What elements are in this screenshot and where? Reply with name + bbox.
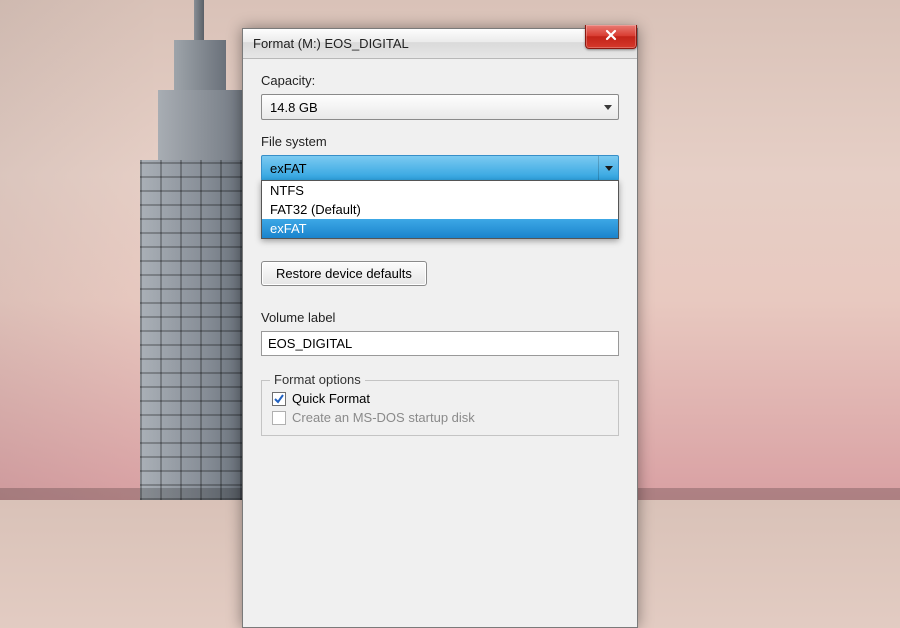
volume-label-input[interactable]: [261, 331, 619, 356]
window-title: Format (M:) EOS_DIGITAL: [253, 36, 409, 51]
msdos-checkbox: [272, 411, 286, 425]
filesystem-dropdown: NTFS FAT32 (Default) exFAT: [261, 180, 619, 239]
quick-format-label: Quick Format: [292, 391, 370, 406]
format-options-legend: Format options: [270, 372, 365, 387]
format-dialog: Format (M:) EOS_DIGITAL Capacity: 14.8 G…: [242, 28, 638, 628]
check-icon: [274, 394, 284, 404]
filesystem-combobox[interactable]: exFAT NTFS FAT32 (Default) exFAT: [261, 155, 619, 181]
msdos-label: Create an MS-DOS startup disk: [292, 410, 475, 425]
msdos-row: Create an MS-DOS startup disk: [272, 410, 608, 425]
restore-defaults-button[interactable]: Restore device defaults: [261, 261, 427, 286]
filesystem-label: File system: [261, 134, 619, 149]
quick-format-checkbox[interactable]: [272, 392, 286, 406]
close-button[interactable]: [585, 25, 637, 49]
filesystem-option[interactable]: NTFS: [262, 181, 618, 200]
filesystem-option[interactable]: exFAT: [262, 219, 618, 238]
filesystem-value: exFAT: [270, 161, 307, 176]
capacity-value: 14.8 GB: [270, 100, 318, 115]
volume-label-label: Volume label: [261, 310, 619, 325]
chevron-down-icon: [598, 95, 618, 119]
titlebar[interactable]: Format (M:) EOS_DIGITAL: [243, 29, 637, 59]
capacity-label: Capacity:: [261, 73, 619, 88]
format-options-group: Format options Quick Format Create an MS…: [261, 380, 619, 436]
capacity-combobox[interactable]: 14.8 GB: [261, 94, 619, 120]
close-icon: [604, 28, 618, 45]
chevron-down-icon: [598, 156, 618, 180]
quick-format-row: Quick Format: [272, 391, 608, 406]
filesystem-option[interactable]: FAT32 (Default): [262, 200, 618, 219]
